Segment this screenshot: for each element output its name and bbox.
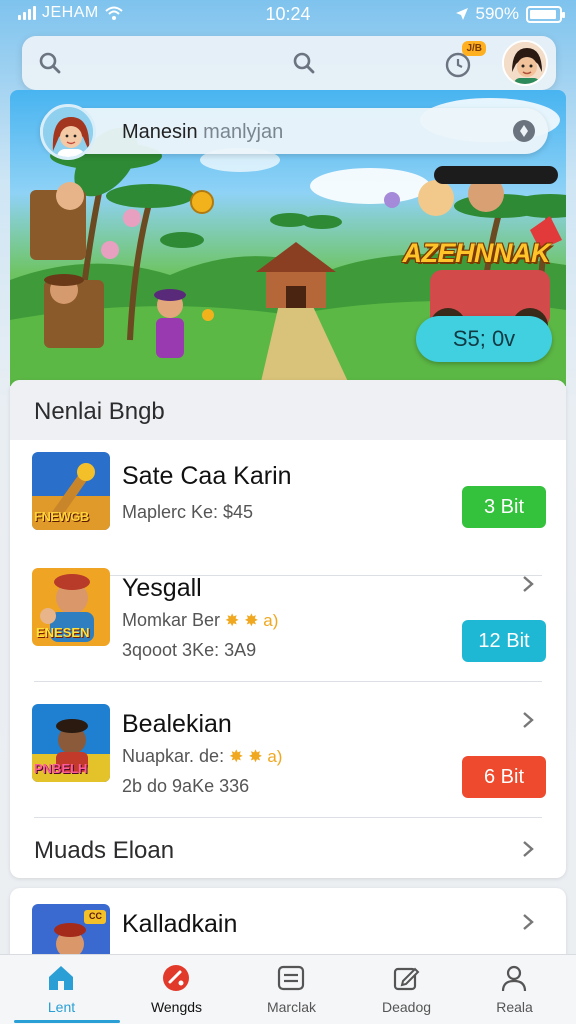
hero-banner[interactable]: Manesin manlyjan AZEHNNAK S5; 0v <box>10 90 566 386</box>
edit-icon <box>393 967 420 991</box>
list-item[interactable]: ENESEN Yesgall Momkar Ber ✸ ✸ a) 3qooot … <box>10 546 566 682</box>
tab-label: Marclak <box>266 999 316 1015</box>
item-subtitle: Momkar Ber ✸ ✸ a) <box>122 610 278 631</box>
hero-search-dim: manlyjan <box>203 121 284 143</box>
bottom-tab-bar: Lent Wengds Marclak Deadog Reala <box>0 954 576 1024</box>
notification-button[interactable]: J/B <box>440 41 486 81</box>
search-icon[interactable] <box>290 49 318 77</box>
star-icon: ✸ <box>225 611 240 630</box>
tab-profile[interactable]: Reala <box>457 955 572 1024</box>
item-details: 2b do 9aKe 336 <box>122 776 250 796</box>
tab-games[interactable]: Wengds <box>119 955 234 1024</box>
profile-avatar[interactable] <box>502 40 548 86</box>
thumbnail-label: ENESEN <box>36 625 90 640</box>
hero-cta-button[interactable]: S5; 0v <box>416 316 552 362</box>
chevron-right-icon[interactable] <box>518 839 538 859</box>
more-row[interactable]: Muads Eloan <box>10 820 566 878</box>
game-thumbnail: FNEWGB <box>32 452 110 530</box>
hero-search-field[interactable]: Manesin manlyjan <box>40 104 548 160</box>
active-tab-indicator <box>14 1020 120 1023</box>
item-title: Yesgall <box>122 574 202 602</box>
tab-label: Lent <box>47 999 76 1015</box>
location-icon <box>455 8 468 20</box>
star-icon: ✸ <box>229 747 244 766</box>
battery-percent: 590% <box>475 4 519 23</box>
tab-label: Reala <box>496 999 533 1015</box>
item-subtitle: Maplerc Ke: $45 <box>122 502 254 522</box>
notification-badge: J/B <box>462 41 486 56</box>
thumbnail-badge: CC <box>89 911 102 921</box>
game-thumbnail: ENESEN <box>32 568 110 646</box>
thumbnail-label: FNEWGB <box>34 509 89 524</box>
games-icon <box>163 965 189 991</box>
divider <box>34 817 542 818</box>
price-button[interactable]: 12 Bit <box>462 620 546 662</box>
item-details: 3qooot 3Ke: 3A9 <box>122 640 257 660</box>
hero-avatar <box>40 104 96 160</box>
search-submit-icon[interactable] <box>512 119 536 143</box>
section-title: Nenlai Bngb <box>10 380 566 440</box>
tab-deadog[interactable]: Deadog <box>349 955 464 1024</box>
tab-home[interactable]: Lent <box>4 955 120 1024</box>
hero-search-text: Manesin manlyjan <box>122 121 283 144</box>
more-label: Muads Eloan <box>34 837 175 864</box>
game-thumbnail: PNBELH <box>32 704 110 782</box>
hero-search-main: Manesin <box>122 121 198 143</box>
star-icon: ✸ a) <box>244 611 279 630</box>
battery-icon <box>526 5 565 23</box>
tab-marklist[interactable]: Marclak <box>234 955 349 1024</box>
item-title: Bealekian <box>122 710 232 738</box>
item-title: Kalladkain <box>122 910 238 938</box>
item-meta: Momkar Ber <box>122 610 221 630</box>
games-list-card: Nenlai Bngb FNEWGB Sate Caa Karin Mapler… <box>10 380 566 878</box>
search-icon[interactable] <box>36 49 64 77</box>
chevron-right-icon[interactable] <box>518 710 538 730</box>
status-bar: JEHAM 10:24 590% <box>0 0 576 30</box>
top-search-bar: J/B <box>22 36 556 90</box>
list-icon <box>277 965 305 991</box>
list-item[interactable]: PNBELH Bealekian Nuapkar. de: ✸ ✸ a) 2b … <box>10 682 566 818</box>
price-button[interactable]: 6 Bit <box>462 756 546 798</box>
hero-game-title: AZEHNNAK <box>402 238 551 268</box>
home-icon <box>49 966 73 990</box>
profile-icon <box>501 965 527 992</box>
price-button[interactable]: 3 Bit <box>462 486 546 528</box>
item-subtitle: Nuapkar. de: ✸ ✸ a) <box>122 746 282 767</box>
star-icon: ✸ a) <box>248 747 283 766</box>
tab-label: Deadog <box>381 999 432 1015</box>
item-title: Sate Caa Karin <box>122 462 292 490</box>
item-meta: Nuapkar. de: <box>122 746 225 766</box>
chevron-right-icon[interactable] <box>518 912 538 932</box>
tab-label: Wengds <box>150 999 203 1015</box>
chevron-right-icon[interactable] <box>518 574 538 594</box>
thumbnail-label: PNBELH <box>34 761 88 776</box>
